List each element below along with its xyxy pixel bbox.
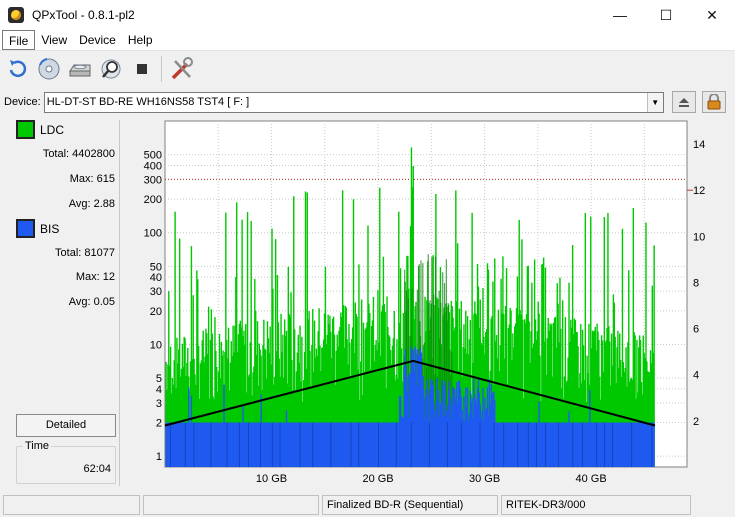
bis-total-label: Total:: [55, 247, 82, 259]
bis-max-value: 12: [102, 271, 115, 283]
refresh-icon: [9, 60, 27, 78]
menu-help[interactable]: Help: [122, 30, 159, 50]
menu-view[interactable]: View: [35, 30, 73, 50]
ldc-max-label: Max:: [69, 173, 94, 185]
bis-avg-label: Avg:: [68, 296, 91, 308]
minimize-button[interactable]: —: [597, 0, 643, 30]
bis-avg: Avg: 0.05: [69, 296, 115, 308]
refresh-button[interactable]: [4, 55, 32, 83]
y-axis-right-tick-label: 6: [693, 324, 699, 336]
error-chart: 1 2 3 4 5 10 20 30 40 50 100 200 300 400 500 2 4 6 8 10 12 14…: [120, 118, 732, 488]
status-bar: Finalized BD-R (Sequential) RITEK-DR3/00…: [0, 492, 735, 517]
statistics-panel: LDC Total: 4402800 Max: 615 Avg: 2.88 BI…: [9, 120, 120, 486]
ldc-max: Max: 615: [70, 173, 115, 185]
y-axis-left-tick-label: 1: [156, 451, 162, 463]
y-axis-left-tick-label: 20: [150, 306, 162, 318]
y-axis-left-tick-label: 200: [144, 194, 162, 206]
magnify-icon: [101, 59, 121, 79]
ldc-avg: Avg: 2.88: [69, 198, 115, 210]
bis-legend: BIS: [16, 219, 59, 238]
ldc-total-label: Total:: [42, 148, 70, 160]
settings-tools-icon: [171, 57, 193, 80]
window-controls: — ☐ ✕: [597, 0, 735, 30]
y-axis-left-tick-label: 500: [144, 150, 162, 162]
title-bar: QPxTool - 0.8.1-pl2 — ☐ ✕: [0, 0, 735, 30]
menu-device[interactable]: Device: [73, 30, 122, 50]
y-axis-left-tick-label: 10: [150, 339, 162, 351]
x-axis-tick-label: 40 GB: [576, 473, 607, 485]
close-button[interactable]: ✕: [689, 0, 735, 30]
menu-bar: File View Device Help: [0, 30, 735, 51]
y-axis-left-tick-label: 2: [156, 418, 162, 430]
magnify-button[interactable]: [97, 55, 125, 83]
settings-tools-button[interactable]: [168, 55, 196, 83]
device-bar: Device: HL-DT-ST BD-RE WH16NS58 TST4 [ F…: [0, 88, 735, 116]
device-label: Device:: [4, 96, 41, 108]
ldc-total-value: 4402800: [72, 148, 115, 160]
drive-icon: [69, 64, 91, 77]
y-axis-left-tick-label: 50: [150, 261, 162, 273]
ldc-avg-label: Avg:: [68, 198, 91, 210]
app-logo-icon: [8, 7, 24, 23]
disc-type-status: Finalized BD-R (Sequential): [322, 494, 498, 515]
y-axis-right-tick-label: 4: [693, 370, 699, 382]
bis-avg-value: 0.05: [93, 296, 115, 308]
x-axis-tick-label: 30 GB: [469, 473, 500, 485]
y-axis-right-tick-label: 10: [693, 231, 705, 243]
bis-total: Total: 81077: [55, 247, 115, 259]
toolbar: [0, 52, 735, 86]
drive-button[interactable]: [66, 55, 94, 83]
status-cell-2: [143, 494, 319, 515]
bis-max-label: Max:: [75, 271, 100, 283]
eject-button[interactable]: [671, 91, 696, 113]
y-axis-left-tick-label: 300: [144, 174, 162, 186]
stop-icon: [137, 64, 147, 74]
ldc-color-swatch: [16, 120, 35, 139]
window-title: QPxTool - 0.8.1-pl2: [32, 8, 135, 22]
y-axis-left-tick-label: 400: [144, 160, 162, 172]
device-select[interactable]: HL-DT-ST BD-RE WH16NS58 TST4 [ F: ] ▼: [43, 91, 664, 113]
x-axis-tick-label: 10 GB: [256, 473, 287, 485]
device-select-value: HL-DT-ST BD-RE WH16NS58 TST4 [ F: ]: [46, 95, 250, 108]
eject-icon: [678, 98, 689, 107]
y-axis-right-tick-label: 8: [693, 277, 699, 289]
lock-button[interactable]: [701, 91, 726, 113]
y-axis-left-tick-label: 5: [156, 373, 162, 385]
y-axis-left-tick-label: 3: [156, 398, 162, 410]
x-axis-tick-label: 20 GB: [362, 473, 393, 485]
y-axis-left-tick-label: 4: [156, 384, 162, 396]
ldc-max-value: 615: [96, 173, 115, 185]
ldc-total: Total: 4402800: [43, 148, 115, 160]
ldc-label: LDC: [40, 122, 65, 137]
y-axis-left-tick-label: 40: [150, 272, 162, 284]
stop-button[interactable]: [128, 55, 156, 83]
y-axis-right-tick-label: 2: [693, 416, 699, 428]
y-axis-left-tick-label: 100: [144, 228, 162, 240]
bis-label: BIS: [40, 221, 60, 236]
y-axis-left-tick-label: 30: [150, 286, 162, 298]
toolbar-separator: [161, 56, 162, 82]
disc-scan-button[interactable]: [35, 55, 63, 83]
media-id-status: RITEK-DR3/000: [501, 494, 691, 515]
chart-svg: 1234510203040501002003004005002468101214…: [144, 120, 705, 485]
bis-max: Max: 12: [76, 271, 115, 283]
chevron-down-icon[interactable]: ▼: [646, 92, 663, 112]
bis-color-swatch: [16, 219, 35, 238]
ldc-legend: LDC: [16, 120, 64, 139]
lock-icon: [707, 94, 721, 110]
y-axis-right-tick-label: 12: [693, 185, 705, 197]
bis-total-value: 81077: [84, 247, 115, 259]
y-axis-right-tick-label: 14: [693, 139, 705, 151]
disc-scan-icon: [38, 58, 60, 80]
time-group: Time 62:04: [16, 440, 116, 484]
detailed-button[interactable]: Detailed: [16, 414, 116, 437]
status-cell-1: [3, 494, 140, 515]
maximize-button[interactable]: ☐: [643, 0, 689, 30]
ldc-avg-value: 2.88: [93, 198, 115, 210]
time-label: Time: [23, 440, 52, 452]
menu-file[interactable]: File: [2, 30, 36, 50]
time-value: 62:04: [83, 463, 111, 475]
